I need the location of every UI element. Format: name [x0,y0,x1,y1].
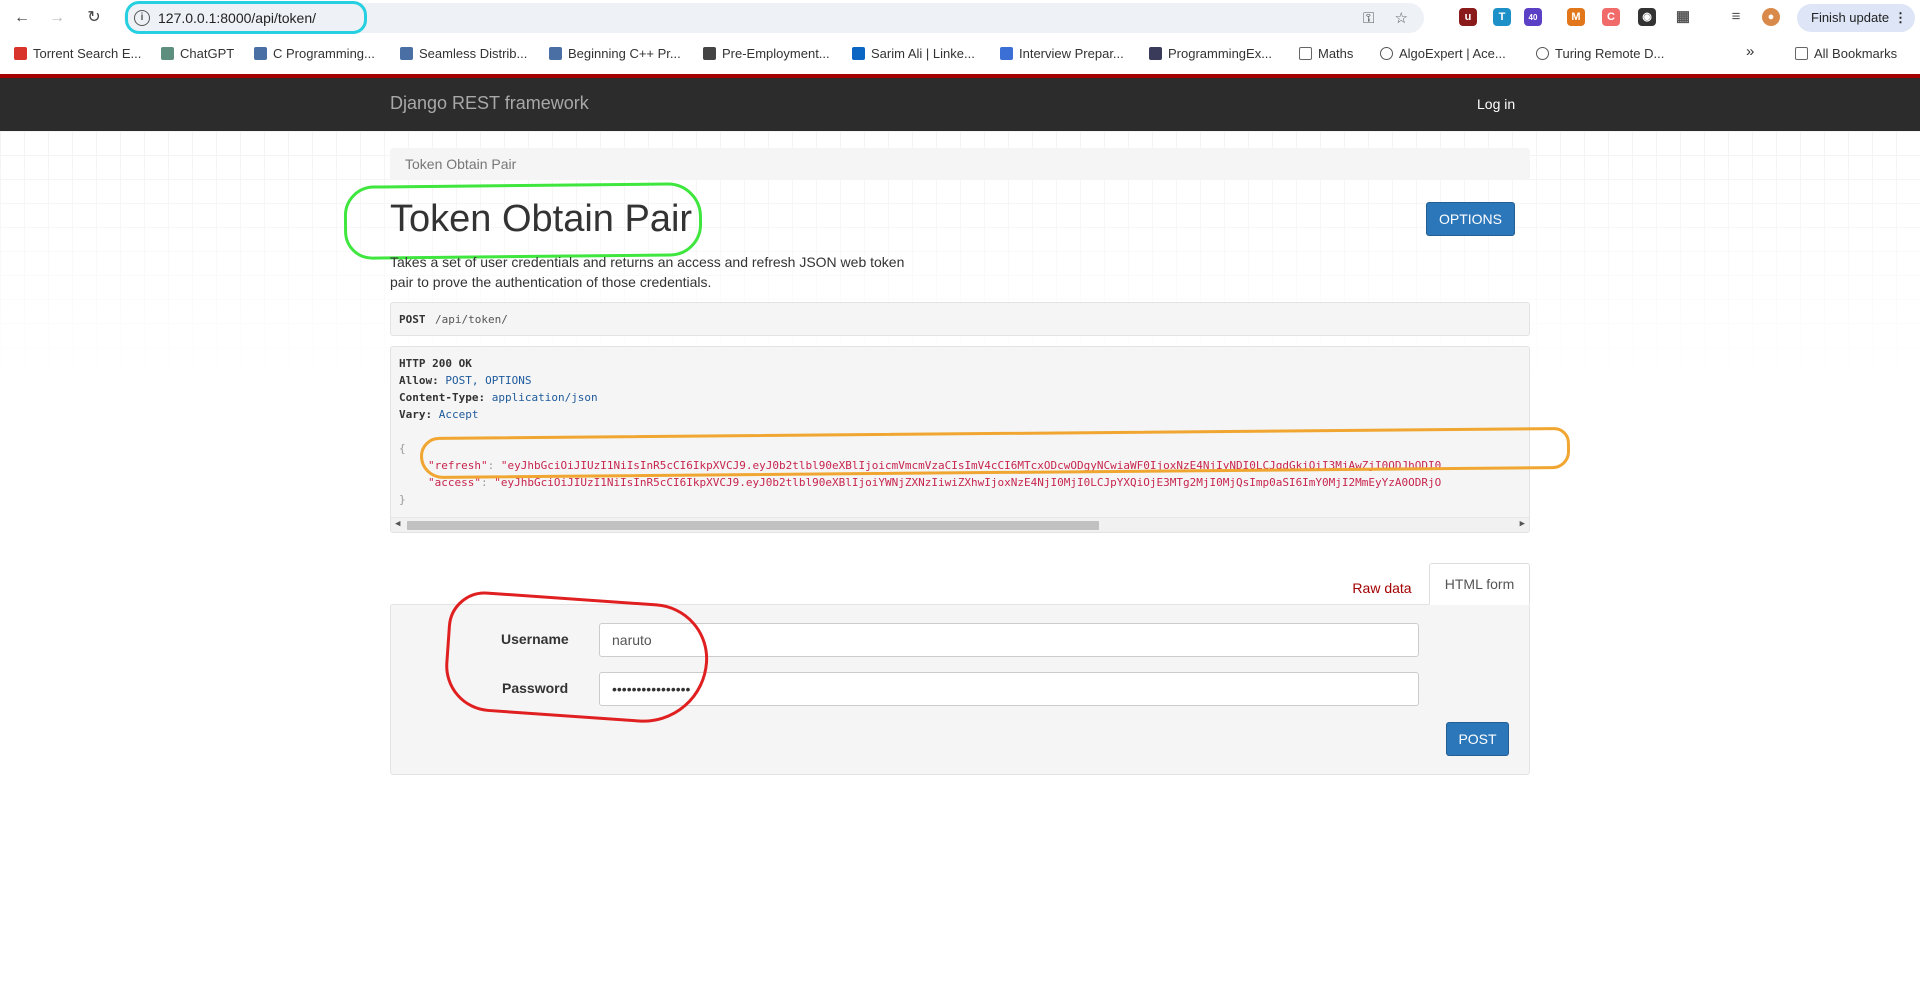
all-bookmarks-label: All Bookmarks [1814,46,1898,61]
bookmark-item[interactable]: Turing Remote D... [1536,46,1664,61]
header-key: Content-Type: [399,391,486,404]
bookmark-label: Maths [1318,46,1354,61]
bookmark-favicon [400,47,413,60]
reading-list-icon[interactable]: ≡ [1727,8,1745,26]
bookmark-label: Turing Remote D... [1555,46,1665,61]
folder-icon [1299,47,1312,60]
reload-icon[interactable]: ↻ [82,7,106,29]
breadcrumb-item[interactable]: Token Obtain Pair [405,156,516,172]
finish-update-label: Finish update [1811,10,1890,25]
bookmark-item[interactable]: Interview Prepar... [1000,46,1124,61]
bookmark-favicon [549,47,562,60]
json-access-line: "access": "eyJhbGciOiJIUzI1NiIsInR5cCI6I… [428,476,1442,489]
bookmark-folder[interactable]: Maths [1299,46,1353,61]
bookmark-favicon [703,47,716,60]
header-key: Vary: [399,408,433,421]
header-value: POST, OPTIONS [445,374,532,387]
bookmark-label: ChatGPT [180,46,235,61]
bookmark-item[interactable]: ProgrammingEx... [1149,46,1272,61]
back-icon[interactable]: ← [10,7,34,29]
brand-link[interactable]: Django REST framework [390,93,589,114]
bookmark-item[interactable]: Torrent Search E... [14,46,141,61]
username-input[interactable]: naruto [599,623,1419,657]
tab-html-form[interactable]: HTML form [1429,563,1530,605]
scroll-right-icon[interactable]: ▶ [1520,519,1525,529]
extension-c-icon[interactable]: C [1602,8,1620,26]
page-description: Takes a set of user credentials and retu… [390,254,905,290]
post-button[interactable]: POST [1446,722,1509,756]
header-value: Accept [438,408,479,421]
header-key: Allow: [399,374,439,387]
bookmark-favicon [1000,47,1013,60]
bookmark-item[interactable]: ChatGPT [161,46,234,61]
bookmark-label: C Programming... [273,46,375,61]
response-header: Allow: POST, OPTIONS [399,374,531,387]
password-key-icon[interactable]: ⚿ [1363,10,1374,27]
bookmarks-bar: Torrent Search E... ChatGPT C Programmin… [0,42,1920,68]
form-annotation [442,589,712,727]
extension-mask-icon[interactable]: ◉ [1638,8,1656,26]
bookmark-favicon [852,47,865,60]
forward-icon[interactable]: → [45,7,69,29]
json-open-brace: { [399,442,406,455]
bookmark-label: Seamless Distrib... [419,46,528,61]
request-info: POST /api/token/ [390,302,1530,336]
browser-toolbar: ← → ↻ i 127.0.0.1:8000/api/token/ ⚿ ☆ u … [0,0,1920,36]
drf-navbar: Django REST framework Log in [0,74,1920,131]
ublock-icon[interactable]: u [1459,8,1477,26]
login-link[interactable]: Log in [1477,96,1515,112]
request-method: POST [399,313,426,326]
header-value: application/json [491,391,598,404]
bookmark-favicon [14,47,27,60]
globe-icon [1536,47,1549,60]
bookmark-item[interactable]: Seamless Distrib... [400,46,527,61]
bookmark-item[interactable]: C Programming... [254,46,375,61]
bookmarks-overflow-icon[interactable]: » [1746,43,1754,60]
bookmark-label: Torrent Search E... [33,46,142,61]
extensions-puzzle-icon[interactable]: ▦ [1674,8,1692,26]
response-header: Vary: Accept [399,408,479,421]
breadcrumb: Token Obtain Pair [390,148,1530,180]
options-button[interactable]: OPTIONS [1426,202,1515,236]
bookmark-label: Pre-Employment... [722,46,830,61]
bookmark-item[interactable]: Beginning C++ Pr... [549,46,681,61]
metamask-icon[interactable]: M [1567,8,1585,26]
json-access-value: "eyJhbGciOiJIUzI1NiIsInR5cCI6IkpXVCJ9.ey… [494,476,1442,489]
bookmark-favicon [1149,47,1162,60]
bookmark-label: Interview Prepar... [1019,46,1124,61]
extension-badge: 40 [1528,13,1538,22]
all-bookmarks[interactable]: All Bookmarks [1795,46,1897,61]
bookmark-label: Beginning C++ Pr... [568,46,681,61]
tab-raw-data[interactable]: Raw data [1340,570,1424,606]
bookmark-label: Sarim Ali | Linke... [871,46,975,61]
folder-icon [1795,47,1808,60]
response-header: Content-Type: application/json [399,391,598,404]
scroll-left-icon[interactable]: ◀ [395,519,400,529]
globe-icon [1380,47,1393,60]
request-path: /api/token/ [435,313,508,326]
json-close-brace: } [399,493,406,506]
title-annotation [343,182,703,260]
scrollbar-thumb[interactable] [407,521,1099,530]
bookmark-item[interactable]: Sarim Ali | Linke... [852,46,975,61]
extension-t-icon[interactable]: T [1493,8,1511,26]
bookmark-label: ProgrammingEx... [1168,46,1273,61]
password-input[interactable]: •••••••••••••••• [599,672,1419,706]
horizontal-scrollbar[interactable]: ◀ ▶ [391,517,1529,532]
profile-avatar[interactable]: ● [1762,8,1780,26]
bookmark-favicon [161,47,174,60]
extension-cap-icon[interactable]: 40 [1524,8,1542,26]
url-annotation [125,1,367,34]
bookmark-favicon [254,47,267,60]
finish-update-button[interactable]: Finish update ⋮ [1797,4,1915,32]
bookmark-item[interactable]: Pre-Employment... [703,46,830,61]
bookmark-star-icon[interactable]: ☆ [1395,10,1408,27]
bookmark-label: AlgoExpert | Ace... [1399,46,1506,61]
response-status: HTTP 200 OK [399,357,472,370]
more-menu-icon[interactable]: ⋮ [1894,4,1907,32]
bookmark-item[interactable]: AlgoExpert | Ace... [1380,46,1506,61]
